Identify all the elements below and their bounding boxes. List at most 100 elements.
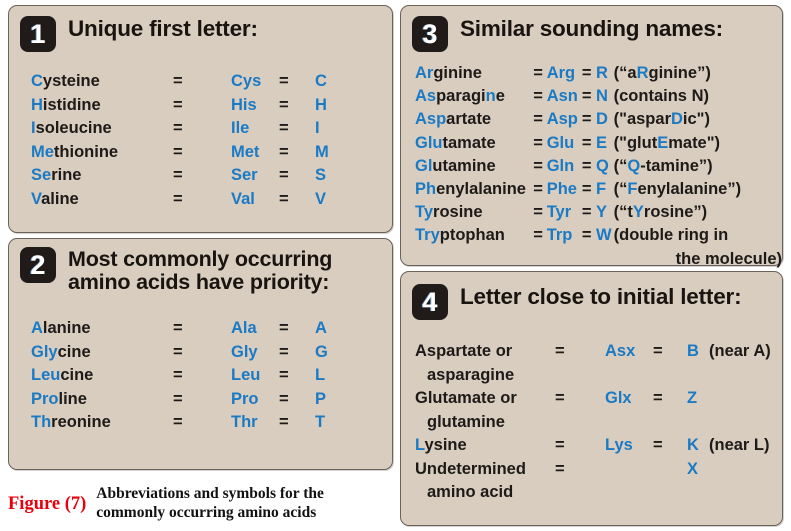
proximity-note-cell: (near L) <box>709 434 771 458</box>
amino-acid-name-prefix: Th <box>31 413 52 431</box>
panel-3-number-badge: 3 <box>412 16 448 52</box>
one-letter-symbol: W <box>596 226 612 245</box>
equals-cell-1: = <box>173 317 231 341</box>
amino-acid-name-highlight: n <box>485 87 496 106</box>
one-letter-symbol: A <box>315 319 327 337</box>
equals-cell-2: = <box>279 117 315 141</box>
symbol-cell: L <box>315 364 328 388</box>
amino-acid-name-prefix: H <box>31 95 43 114</box>
abbreviation-cell: Glx <box>605 387 653 411</box>
amino-acid-name-tail: e <box>495 87 505 106</box>
table-row-continuation: asparagine <box>415 364 771 388</box>
three-letter-abbreviation: Glx <box>605 389 632 407</box>
equals-sign: = <box>581 133 592 152</box>
one-letter-symbol: T <box>315 413 326 431</box>
mnemonic-note-post: rosine”) <box>643 203 708 222</box>
abbreviation-cell: Met <box>231 141 279 165</box>
three-letter-abbreviation: Asp <box>546 110 578 129</box>
equals-cell-2: = <box>279 164 315 188</box>
figure-caption: Figure (7) Abbreviations and symbols for… <box>8 481 398 529</box>
amino-acid-name-cont-cell: glutamine <box>415 411 555 435</box>
three-letter-abbreviation: Met <box>231 142 260 161</box>
proximity-note: (near L) <box>709 436 770 454</box>
amino-acid-name-rest: line <box>58 389 87 408</box>
mnemonic-note-cell: (“Q-tamine”) <box>614 155 782 178</box>
equals-cell-2: = <box>279 94 315 118</box>
amino-acid-name-cell: Serine <box>31 164 173 188</box>
one-letter-symbol: Y <box>596 203 608 222</box>
amino-acid-name-cell: Proline <box>31 388 173 412</box>
one-letter-symbol: M <box>315 142 329 161</box>
three-letter-abbreviation: Pro <box>231 389 259 408</box>
proximity-note-cell <box>709 387 771 411</box>
amino-acid-name-rest: paragi <box>436 87 486 106</box>
table-row: Alanine = Ala = A <box>31 317 328 341</box>
amino-acid-name-prefix: C <box>31 72 43 90</box>
equals-sign: = <box>581 64 592 82</box>
amino-acid-name-prefix: Se <box>31 166 52 184</box>
abbreviation-cell: Val <box>231 188 279 212</box>
abbreviation-cell: Glu <box>547 132 582 155</box>
mnemonic-note-pre: ("glut <box>613 133 658 152</box>
equals-cell-2: = <box>279 188 315 212</box>
equals-sign: = <box>173 189 183 208</box>
equals-sign: = <box>173 366 183 384</box>
amino-acid-name-rest: lanine <box>42 319 91 337</box>
amino-acid-name-prefix: V <box>31 189 42 208</box>
three-letter-abbreviation: Arg <box>546 64 576 82</box>
proximity-note-cell <box>709 458 771 482</box>
amino-acid-name-continuation: amino acid <box>427 483 514 501</box>
amino-acid-name-rest: reonine <box>51 413 111 431</box>
three-letter-abbreviation: Gly <box>231 342 258 361</box>
table-row: Glutamine = Gln = Q (“Q-tamine”) <box>415 155 782 178</box>
figure-sheet: 1 Unique first letter: Cysteine = Cys = C His… <box>0 0 791 531</box>
table-row: Aspartate or = Asx = B (near A) <box>415 340 771 364</box>
three-letter-abbreviation: Asx <box>605 342 636 360</box>
panel-unique-first-letter: 1 Unique first letter: Cysteine = Cys = C His… <box>8 5 393 233</box>
equals-sign: = <box>555 342 565 360</box>
panel-similar-sounding: 3 Similar sounding names: Arginine = Arg = R… <box>400 5 783 268</box>
mnemonic-note-cell: (“aRginine”) <box>614 62 782 85</box>
symbol-cell: R <box>596 62 614 85</box>
mnemonic-note-cell: (“Fenylalanine”) <box>614 178 782 201</box>
amino-acid-name-rest: utamine <box>432 156 496 175</box>
equals-sign: = <box>581 110 592 129</box>
one-letter-symbol: G <box>315 342 328 361</box>
mnemonic-note-highlight: E <box>657 133 669 152</box>
equals-sign: = <box>279 342 289 361</box>
panel-1-rows: Cysteine = Cys = C Histidine = His = H Isoleucine =… <box>31 70 329 211</box>
figure-caption-text: Abbreviations and symbols for the common… <box>96 481 324 523</box>
amino-acid-name-prefix: Asp <box>415 110 447 129</box>
equals-sign: = <box>653 342 663 360</box>
amino-acid-name-cell: Tryptophan <box>415 224 533 247</box>
equals-cell-2: = <box>582 178 596 201</box>
equals-sign: = <box>279 95 289 114</box>
equals-sign: = <box>173 389 183 408</box>
symbol-cell: E <box>596 132 614 155</box>
panel-4-header: 4 Letter close to initial letter: <box>401 272 782 320</box>
equals-cell-1: = <box>173 94 231 118</box>
table-row: Arginine = Arg = R (“aRginine”) <box>415 62 782 85</box>
symbol-cell: H <box>315 94 329 118</box>
equals-sign: = <box>173 166 183 184</box>
amino-acid-name-cell: Aspartate or <box>415 340 555 364</box>
one-letter-symbol: X <box>687 459 699 478</box>
three-letter-abbreviation: Thr <box>231 413 258 431</box>
panel-4-table: Aspartate or = Asx = B (near A) asparagine Glut… <box>415 340 771 505</box>
equals-cell-1: = <box>173 164 231 188</box>
amino-acid-name-prefix: Gly <box>31 342 58 361</box>
equals-cell-1: = <box>555 387 605 411</box>
one-letter-symbol: D <box>596 110 608 129</box>
amino-acid-name-rest: rine <box>51 166 82 184</box>
panel-3-title: Similar sounding names: <box>460 16 723 41</box>
equals-cell-2: = <box>582 132 596 155</box>
equals-cell-1: = <box>533 85 547 108</box>
amino-acid-name-rest: cine <box>60 366 94 384</box>
abbreviation-cell: Asp <box>547 108 582 131</box>
amino-acid-name-cell: Isoleucine <box>31 117 173 141</box>
one-letter-symbol: I <box>315 119 320 137</box>
amino-acid-name-prefix: Ty <box>415 203 434 222</box>
one-letter-symbol: E <box>596 133 608 152</box>
mnemonic-note-pre: (“ <box>613 156 628 175</box>
equals-sign: = <box>173 95 183 114</box>
